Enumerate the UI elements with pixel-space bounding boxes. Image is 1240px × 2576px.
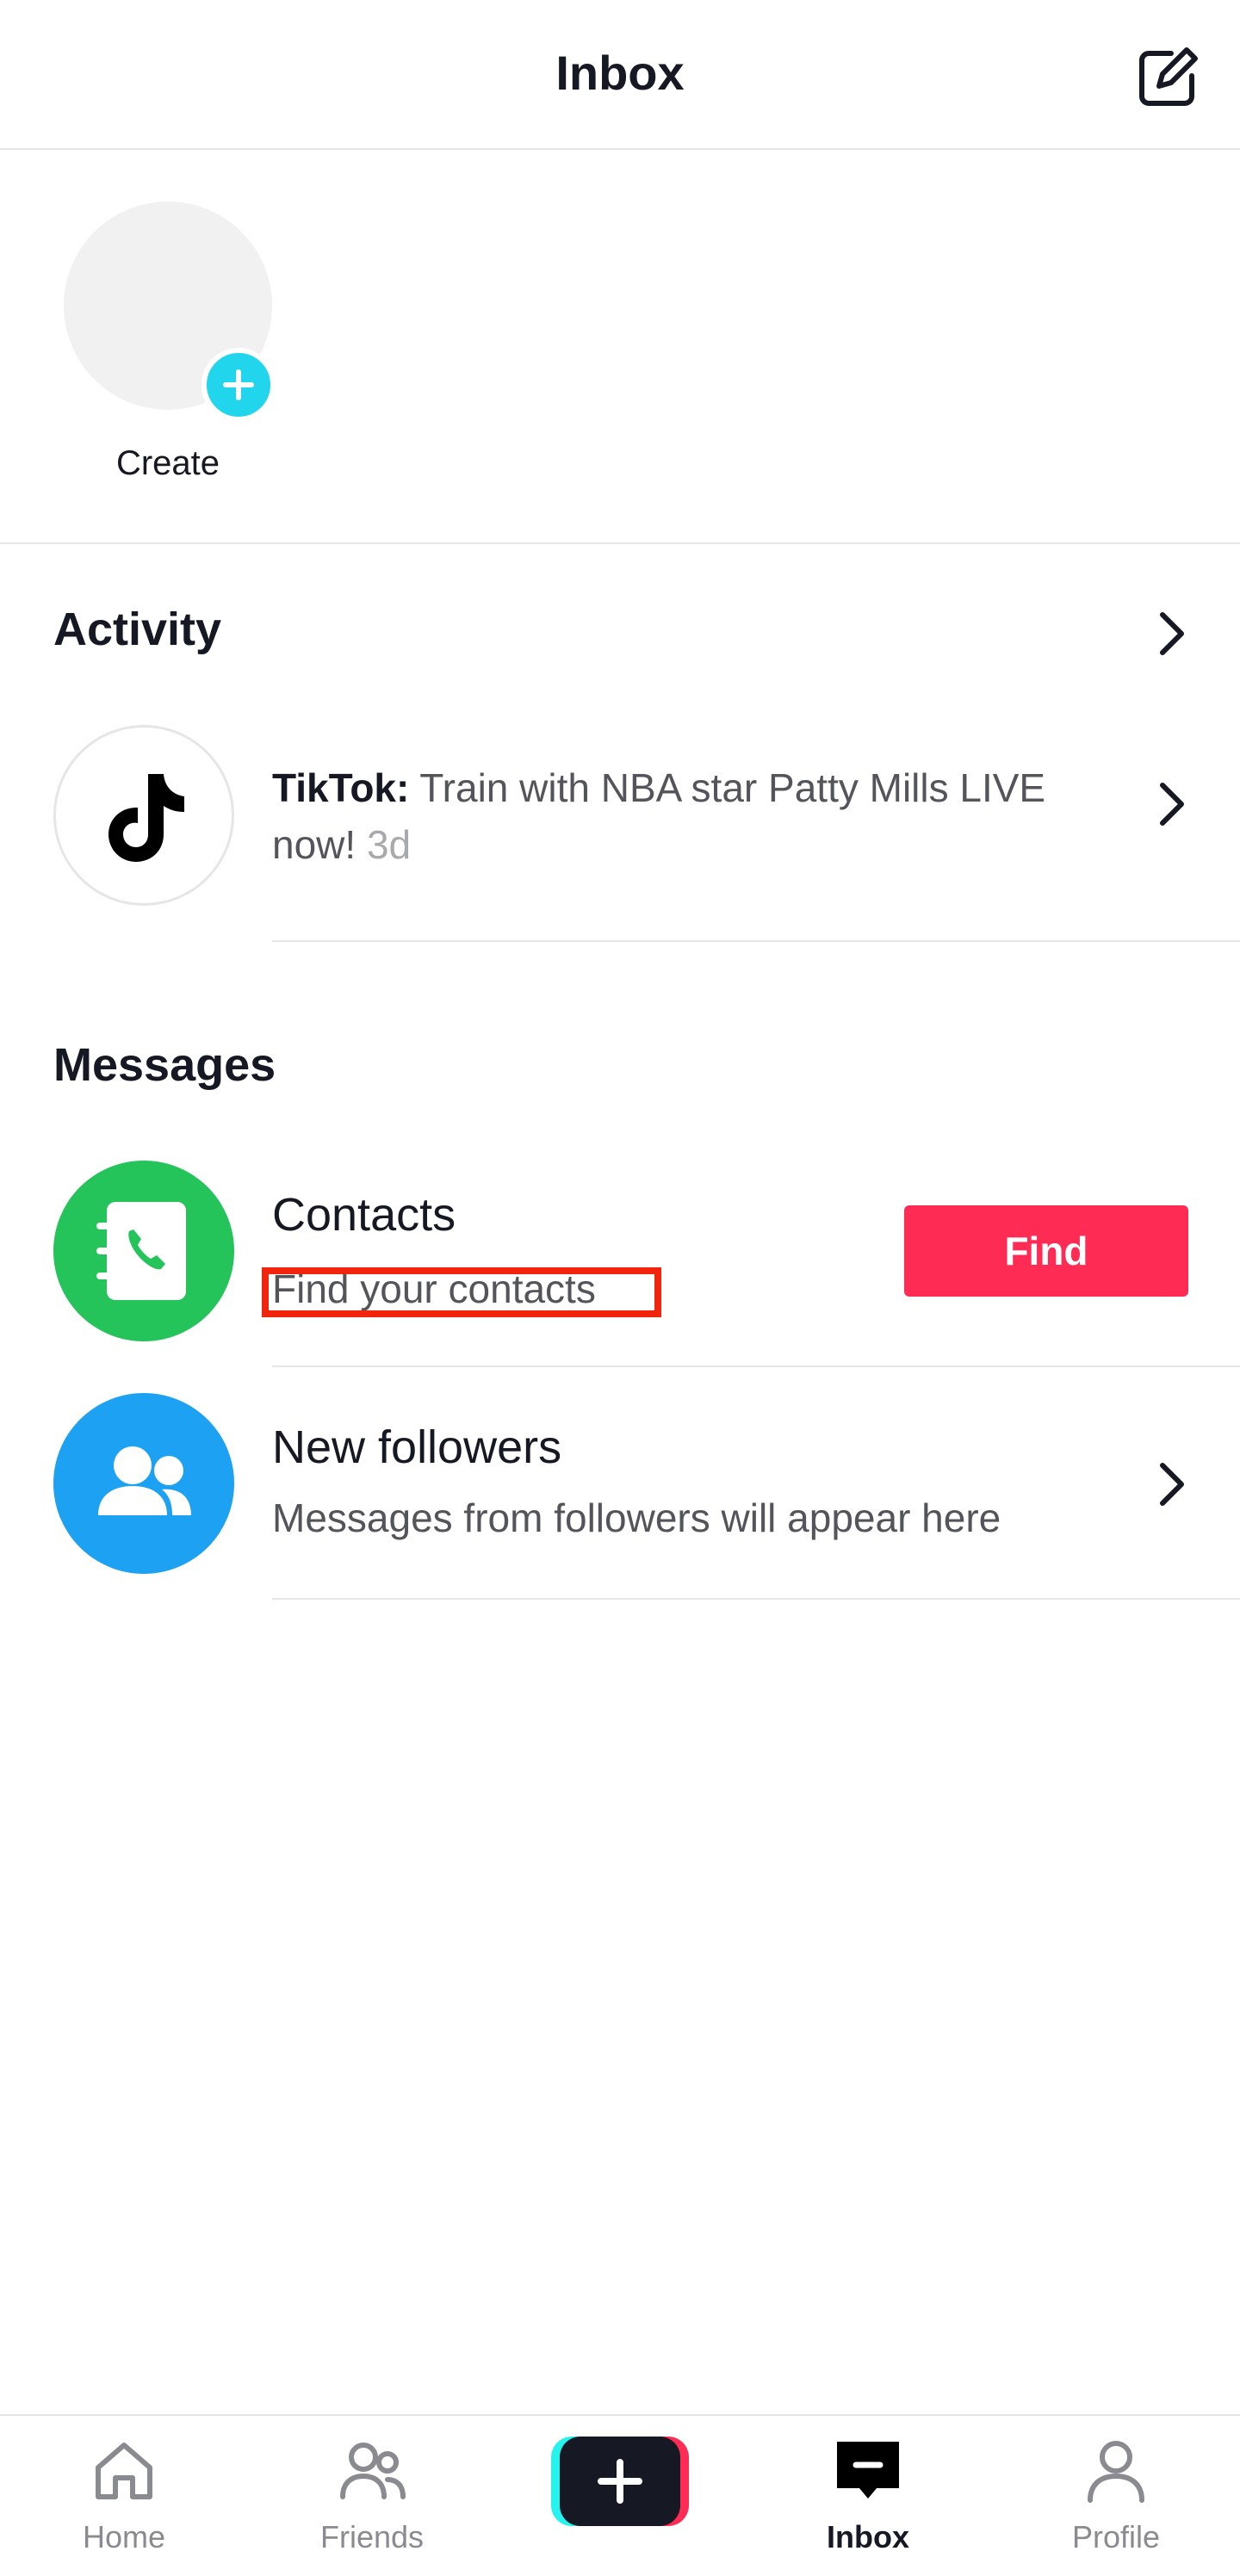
compose-icon[interactable] [1133,43,1202,112]
highlight-box [262,1267,661,1317]
nav-profile-label: Profile [1071,2519,1161,2554]
activity-item[interactable]: TikTok: Train with NBA star Patty Mills … [272,759,1047,873]
nav-home[interactable]: Home [0,2416,248,2576]
friends-icon [338,2437,406,2505]
nav-inbox[interactable]: Inbox [744,2416,992,2576]
contacts-title: Contacts [272,1189,456,1241]
home-icon [90,2437,158,2505]
activity-time: 3d [356,822,412,867]
page-title: Inbox [555,46,685,100]
new-followers-chevron-right-icon[interactable] [1145,1458,1197,1510]
activity-item-chevron-right-icon[interactable] [1145,778,1197,830]
activity-sender: TikTok: [272,765,410,810]
create-story-label: Create [115,444,220,482]
plus-icon[interactable] [202,348,276,422]
new-followers-subtitle: Messages from followers will appear here [272,1495,1001,1540]
followers-icon [53,1393,234,1574]
nav-inbox-label: Inbox [827,2519,909,2554]
nav-friends-label: Friends [319,2519,425,2554]
find-contacts-button[interactable]: Find [904,1205,1188,1297]
bottom-nav: Home Friends Inbox Profile [0,2414,1240,2576]
tiktok-logo-icon [53,725,234,906]
stories-row: Create [0,152,1240,544]
profile-icon [1082,2437,1150,2505]
header: Inbox [0,0,1240,150]
create-plus-icon[interactable] [551,2437,689,2526]
activity-chevron-right-icon[interactable] [1145,608,1197,659]
nav-friends[interactable]: Friends [248,2416,496,2576]
inbox-page: Inbox Create Activity TikTok: Train with… [0,0,1240,2576]
divider [272,940,1240,942]
divider [272,1365,1240,1367]
activity-section-title: Activity [53,604,222,655]
nav-profile[interactable]: Profile [992,2416,1240,2576]
contacts-book-icon [53,1161,234,1341]
divider [272,1598,1240,1600]
inbox-icon [834,2437,902,2505]
messages-section-title: Messages [53,1039,276,1091]
new-followers-title: New followers [272,1421,562,1473]
nav-home-label: Home [82,2519,166,2554]
